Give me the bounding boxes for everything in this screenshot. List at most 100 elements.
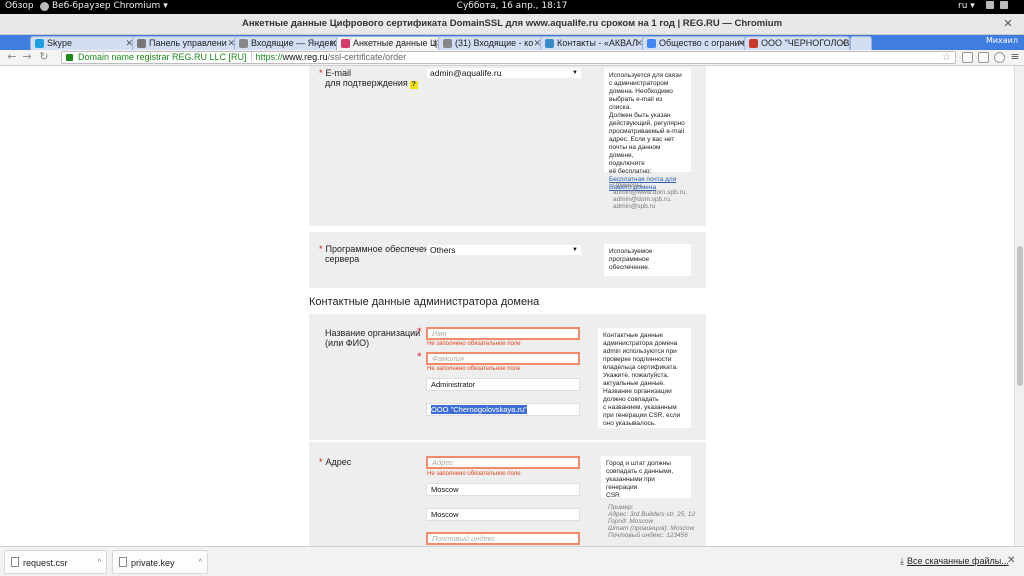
email-hint-box: Используется для связи с администратором… — [604, 68, 691, 191]
tab-regru-order[interactable]: Анкетные данные Ц ✕ — [336, 36, 442, 50]
chevron-down-icon: ▼ — [572, 70, 578, 76]
tab-strip: Skype ✕ Панель управлени ✕ Входящие — Ян… — [0, 35, 1024, 50]
accessibility-icon[interactable] — [986, 1, 994, 9]
address-section: * Адрес Адрес Не заполнено обязательное п… — [309, 442, 706, 546]
company-name-value: ООО "Chernogolovskaya.ru" — [431, 405, 527, 414]
email-select[interactable]: admin@aqualife.ru ▼ — [427, 68, 581, 78]
email-select-value: admin@aqualife.ru — [430, 68, 502, 78]
keyboard-layout-label: ru — [958, 1, 968, 11]
page-scrollbar[interactable] — [1014, 66, 1024, 546]
section-heading: Контактные данные администратора домена — [309, 296, 540, 308]
server-software-section: * Программное обеспечение сервера Others … — [309, 232, 706, 288]
state-input[interactable]: Moscow — [426, 508, 580, 521]
menu-icon[interactable]: ≡ — [1009, 51, 1021, 63]
browser-toolbar: ← → ↻ Domain name registrar REG.RU LLC [… — [0, 50, 1024, 66]
tab-control-panel[interactable]: Панель управлени ✕ — [132, 36, 238, 50]
email-label: * E-mail для подтверждения? — [319, 68, 418, 89]
download-item[interactable]: request.csr ^ — [4, 550, 107, 574]
favicon-icon — [749, 39, 758, 48]
mail-icon — [443, 39, 452, 48]
contacts-icon — [545, 39, 554, 48]
lock-icon — [66, 54, 73, 61]
server-software-select[interactable]: Others ▼ — [427, 245, 581, 255]
help-icon[interactable]: ? — [409, 81, 418, 89]
last-name-input[interactable]: Фамилия — [426, 352, 580, 365]
window-title-bar: Анкетные данные Цифрового сертификата Do… — [0, 14, 1024, 35]
show-all-downloads-link[interactable]: ⤓ Все скачанные файлы... — [900, 556, 1009, 567]
chevron-down-icon: ▼ — [572, 247, 578, 253]
close-icon[interactable]: ✕ — [1007, 555, 1015, 566]
regru-icon — [341, 39, 350, 48]
email-section: * E-mail для подтверждения? admin@aqualif… — [309, 66, 706, 226]
skype-icon — [35, 39, 44, 48]
tab-label: Skype — [47, 38, 73, 48]
tab-label: Общество с огранич — [659, 38, 745, 48]
system-top-bar: Обзор Веб-браузер Chromium ▾ Суббота, 16… — [0, 0, 1024, 14]
postal-code-input[interactable]: Почтовый индекс — [426, 532, 580, 545]
tab-google-company[interactable]: Общество с огранич ✕ — [642, 36, 748, 50]
file-icon — [119, 557, 127, 567]
extension-icon[interactable] — [962, 52, 973, 63]
scrollbar-thumb[interactable] — [1017, 246, 1023, 386]
chevron-up-icon[interactable]: ^ — [98, 551, 101, 575]
address-bar[interactable]: Domain name registrar REG.RU LLC [RU] ht… — [61, 51, 956, 64]
favicon-icon — [137, 39, 146, 48]
chevron-up-icon[interactable]: ^ — [199, 551, 202, 575]
required-marker: * — [417, 327, 422, 337]
address-hint-box: Город и штат должны совпадать с данными,… — [601, 456, 691, 499]
organization-label: Название организации (или ФИО) — [325, 328, 421, 348]
url-path: /ssl-certificate/order — [327, 52, 407, 62]
ev-certificate-badge[interactable]: Domain name registrar REG.RU LLC [RU] — [62, 52, 247, 63]
organization-section: Название организации (или ФИО) * Имя Не … — [309, 314, 706, 440]
window-close-icon[interactable]: ✕ — [1001, 17, 1015, 31]
forward-icon[interactable]: → — [21, 51, 33, 63]
first-name-input[interactable]: Имя — [426, 327, 580, 340]
download-filename: request.csr — [23, 558, 68, 568]
city-input[interactable]: Moscow — [426, 483, 580, 496]
tab-label: Входящие — Яндекс — [251, 38, 338, 48]
required-marker: * — [417, 352, 422, 362]
tab-mail-inbox[interactable]: (31) Входящие - ко ✕ — [438, 36, 544, 50]
profile-name[interactable]: Михаил — [986, 36, 1018, 45]
back-icon[interactable]: ← — [6, 51, 18, 63]
system-tray[interactable] — [986, 1, 1008, 9]
url-host: www.reg.ru — [282, 52, 328, 62]
server-software-label: * Программное обеспечение сервера — [319, 244, 439, 264]
reload-icon[interactable]: ↻ — [38, 51, 50, 63]
organization-hint-box: Контактные данные администратора домена … — [598, 328, 691, 428]
url-scheme: https:// — [255, 52, 283, 62]
tab-skype[interactable]: Skype ✕ — [30, 36, 136, 50]
clock[interactable]: Суббота, 16 апр., 18:17 — [0, 1, 1024, 11]
tab-label: Панель управлени — [149, 38, 227, 48]
download-icon: ⤓ — [900, 556, 904, 566]
new-tab-button[interactable] — [850, 36, 872, 50]
file-icon — [11, 557, 19, 567]
page-content: * E-mail для подтверждения? admin@aqualif… — [0, 66, 1014, 546]
download-item[interactable]: private.key ^ — [112, 550, 208, 574]
position-input[interactable]: Administrator — [426, 378, 580, 391]
tab-close-icon[interactable]: ✕ — [839, 37, 847, 49]
tab-label: ООО "ЧЕРНОГОЛОВ — [761, 38, 850, 48]
address-input[interactable]: Адрес — [426, 456, 580, 469]
ev-badge-label: Domain name registrar REG.RU LLC [RU] — [78, 52, 247, 62]
tab-yandex-inbox[interactable]: Входящие — Яндекс ✕ — [234, 36, 340, 50]
keyboard-layout-indicator[interactable]: ru ▾ — [958, 1, 975, 11]
address-label: * Адрес — [319, 457, 352, 467]
extension-icon[interactable] — [994, 52, 1005, 63]
server-software-hint-box: Используемое программное обеспечение. — [604, 244, 691, 276]
power-icon[interactable] — [1000, 1, 1008, 9]
address-example: Пример: Адрес: 3rd Builders str. 25, 12 … — [608, 504, 696, 539]
bookmark-star-icon[interactable]: ☆ — [942, 52, 951, 63]
last-name-error: Не заполнено обязательное поле — [427, 366, 521, 372]
tab-label: (31) Входящие - ко — [455, 38, 534, 48]
email-examples: Примеры: admin@www.dom.spb.ru, admin@dom… — [613, 182, 688, 210]
mail-icon — [239, 39, 248, 48]
tab-chernogolovka[interactable]: ООО "ЧЕРНОГОЛОВ ✕ — [744, 36, 850, 50]
company-name-input[interactable]: ООО "Chernogolovskaya.ru" — [426, 403, 580, 416]
tab-contacts[interactable]: Контакты - «АКВАЛ ✕ — [540, 36, 646, 50]
extension-icon[interactable] — [978, 52, 989, 63]
address-error: Не заполнено обязательное поле — [427, 471, 521, 477]
download-filename: private.key — [131, 558, 175, 568]
tab-label: Анкетные данные Ц — [353, 38, 437, 48]
first-name-error: Не заполнено обязательное поле — [427, 341, 521, 347]
